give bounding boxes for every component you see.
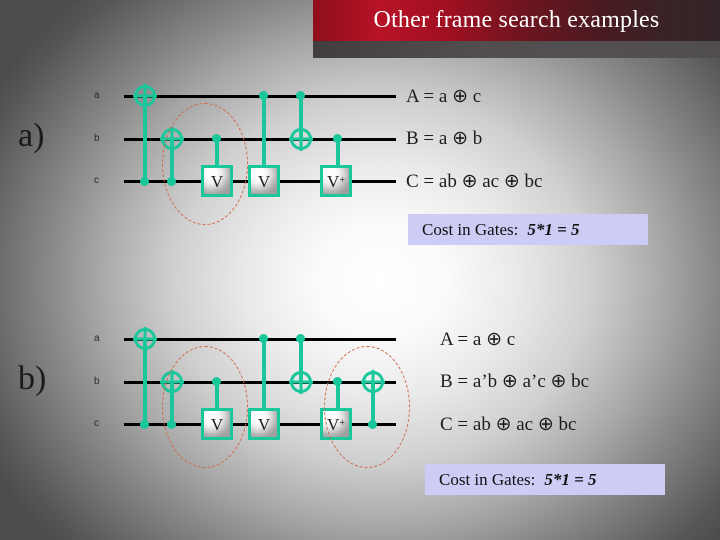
cost-label-b: Cost in Gates: xyxy=(439,469,536,489)
v-gate-label: V xyxy=(210,414,224,434)
control-dot-b-g5 xyxy=(296,334,305,343)
connector-b-g6 xyxy=(336,382,340,410)
circuit-diagram-b: a b c V V V + xyxy=(0,0,720,540)
v-gate-label: V xyxy=(257,414,271,434)
equation-b-C: C = ab ⊕ ac ⊕ bc xyxy=(440,414,577,435)
wire-label-b-line-b: b xyxy=(94,376,100,387)
cost-label-a: Cost in Gates: xyxy=(422,219,519,239)
control-dot-b-g4 xyxy=(259,334,268,343)
control-dot-b-g7 xyxy=(368,420,377,429)
cost-banner-b: Cost in Gates: 5*1 = 5 xyxy=(425,464,665,495)
slide-canvas: Other frame search examples a) a b c V V xyxy=(0,0,720,540)
control-dot-b-g2 xyxy=(167,420,176,429)
xor-gate-b-g7 xyxy=(362,371,384,393)
wire-label-b-line-a: a xyxy=(94,333,100,344)
v-dagger-gate-label: V xyxy=(327,414,340,434)
cost-banner-a: Cost in Gates: 5*1 = 5 xyxy=(408,214,648,245)
control-dot-b-g1 xyxy=(140,420,149,429)
control-dot-b-g3 xyxy=(212,377,221,386)
v-dagger-gate-superscript: + xyxy=(339,418,345,429)
v-gate-b-1[interactable]: V xyxy=(201,408,233,440)
cost-value-b: 5*1 = 5 xyxy=(544,469,597,489)
equation-b-B: B = a’b ⊕ a’c ⊕ bc xyxy=(440,371,590,392)
highlight-ellipse-b-1 xyxy=(162,346,248,468)
wire-label-b-line-c: c xyxy=(94,418,99,429)
cost-value-a: 5*1 = 5 xyxy=(527,219,580,239)
v-gate-b-2[interactable]: V xyxy=(248,408,280,440)
connector-b-g1 xyxy=(143,339,147,427)
equation-b-A: A = a ⊕ c xyxy=(440,329,516,350)
control-dot-b-g6 xyxy=(333,377,342,386)
xor-gate-b-g2 xyxy=(161,371,183,393)
v-dagger-gate-b-1[interactable]: V + xyxy=(320,408,352,440)
xor-gate-b-g5 xyxy=(290,371,312,393)
xor-gate-b-g1 xyxy=(134,328,156,350)
connector-b-g3 xyxy=(215,382,219,410)
connector-b-g4 xyxy=(262,339,266,410)
